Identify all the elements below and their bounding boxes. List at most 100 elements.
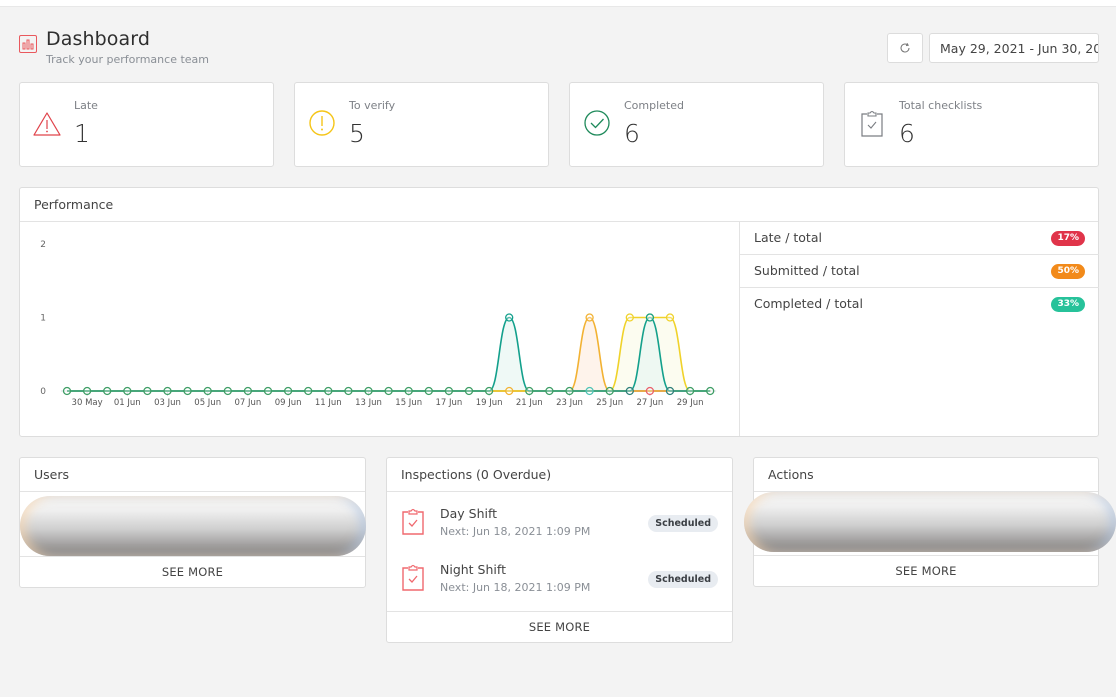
date-range-input[interactable]: May 29, 2021 - Jun 30, 2021 (929, 33, 1099, 63)
x-tick-label: 07 Jun (234, 398, 261, 408)
performance-ratios: Late / total 17% Submitted / total 50% C… (739, 222, 1099, 436)
point-baseline[interactable] (62, 386, 72, 396)
point-baseline[interactable] (384, 386, 393, 396)
inspection-item[interactable]: Night Shift Next: Jun 18, 2021 1:09 PM S… (387, 548, 732, 604)
point-to-verify[interactable] (665, 313, 675, 322)
redacted-content (20, 496, 366, 556)
stat-card-to-verify: To verify 5 (294, 82, 549, 167)
ratio-badge: 50% (1051, 264, 1085, 279)
check-circle-icon (584, 110, 610, 136)
point-baseline[interactable] (525, 386, 534, 396)
point-baseline[interactable] (685, 386, 695, 396)
stat-value: 1 (74, 119, 90, 148)
point-baseline[interactable] (344, 386, 353, 396)
ratio-label: Completed / total (754, 296, 863, 311)
x-tick-label: 05 Jun (194, 398, 221, 408)
ratio-label: Submitted / total (754, 263, 860, 278)
point-baseline[interactable] (163, 386, 172, 396)
point-baseline[interactable] (484, 386, 494, 396)
clipboard-check-icon (402, 508, 424, 535)
point-baseline[interactable] (424, 386, 433, 396)
stat-label: Late (74, 99, 98, 112)
x-tick-label: 17 Jun (435, 398, 462, 408)
ratio-row-submitted: Submitted / total 50% (740, 255, 1099, 288)
status-badge: Scheduled (648, 515, 718, 532)
users-see-more-button[interactable]: SEE MORE (20, 556, 365, 587)
point-baseline[interactable] (565, 386, 574, 396)
point-completed[interactable] (505, 313, 514, 322)
actions-see-more-button[interactable]: SEE MORE (754, 555, 1098, 586)
point-baseline[interactable] (545, 386, 554, 396)
point-baseline[interactable] (505, 386, 514, 396)
inspections-see-more-button[interactable]: SEE MORE (387, 611, 732, 642)
point-to-verify[interactable] (625, 313, 634, 322)
line-to-verify (66, 316, 711, 392)
top-bar (0, 0, 1116, 7)
x-tick-label: 19 Jun (476, 398, 503, 408)
page-title: Dashboard (46, 28, 150, 50)
point-baseline[interactable] (103, 386, 112, 396)
ratio-row-completed: Completed / total 33% (740, 288, 1099, 321)
exclamation-circle-icon (309, 110, 335, 136)
performance-title: Performance (20, 188, 1098, 222)
stat-label: Total checklists (899, 99, 983, 112)
bar-chart-icon (19, 35, 37, 53)
stat-card-completed: Completed 6 (569, 82, 824, 167)
actions-card: Actions SEE MORE (744, 457, 1116, 587)
x-tick-label: 09 Jun (275, 398, 302, 408)
inspections-card: Inspections (0 Overdue) Day Shift Next: … (386, 457, 733, 643)
inspection-name: Day Shift (440, 506, 498, 521)
point-baseline[interactable] (665, 386, 675, 396)
x-tick-label: 23 Jun (556, 398, 583, 408)
ratio-row-late: Late / total 17% (740, 222, 1099, 255)
x-tick-label: 13 Jun (355, 398, 382, 408)
inspection-name: Night Shift (440, 562, 506, 577)
point-baseline[interactable] (364, 386, 373, 396)
refresh-button[interactable] (887, 33, 923, 63)
performance-chart-svg: 0 1 2 30 May 01 Jun 03 Jun 05 Jun 07 Jun 09 Jun… (40, 240, 717, 408)
inspection-item[interactable]: Day Shift Next: Jun 18, 2021 1:09 PM Sch… (387, 492, 732, 548)
point-baseline[interactable] (585, 386, 594, 396)
point-baseline[interactable] (645, 386, 655, 396)
point-baseline[interactable] (625, 386, 634, 396)
area-to-verify (67, 317, 711, 391)
line-completed (66, 316, 711, 392)
stat-label: Completed (624, 99, 684, 112)
point-baseline[interactable] (263, 386, 273, 396)
point-baseline[interactable] (203, 386, 212, 396)
point-baseline[interactable] (223, 386, 232, 396)
refresh-icon (900, 42, 910, 53)
point-completed[interactable] (645, 313, 655, 322)
stat-label: To verify (349, 99, 396, 112)
point-baseline[interactable] (324, 386, 333, 396)
y-tick-label: 2 (40, 240, 46, 250)
y-tick-label: 0 (40, 387, 46, 397)
point-baseline[interactable] (605, 386, 614, 396)
point-baseline[interactable] (243, 386, 253, 396)
line-submitted (66, 316, 711, 392)
point-baseline[interactable] (706, 386, 715, 396)
actions-title: Actions (754, 458, 1098, 492)
point-baseline[interactable] (82, 386, 92, 396)
point-submitted[interactable] (585, 313, 594, 322)
stat-card-late: Late 1 (19, 82, 274, 167)
performance-chart: 0 1 2 30 May 01 Jun 03 Jun 05 Jun 07 Jun 09 Jun… (20, 222, 739, 436)
point-baseline[interactable] (444, 386, 454, 396)
ratio-badge: 33% (1051, 297, 1085, 312)
ratio-badge: 17% (1051, 231, 1085, 246)
stat-value: 5 (349, 119, 365, 148)
point-baseline[interactable] (143, 386, 152, 396)
point-baseline[interactable] (123, 386, 132, 396)
clipboard-check-icon (402, 564, 424, 591)
x-tick-label: 21 Jun (516, 398, 543, 408)
point-baseline[interactable] (404, 386, 413, 396)
point-baseline[interactable] (283, 386, 293, 396)
y-tick-label: 1 (40, 314, 46, 324)
status-badge: Scheduled (648, 571, 718, 588)
point-baseline[interactable] (304, 386, 313, 396)
stat-value: 6 (899, 119, 915, 148)
inspections-title: Inspections (0 Overdue) (387, 458, 732, 492)
point-baseline[interactable] (464, 386, 474, 396)
area-submitted (67, 317, 711, 391)
point-baseline[interactable] (183, 386, 192, 396)
